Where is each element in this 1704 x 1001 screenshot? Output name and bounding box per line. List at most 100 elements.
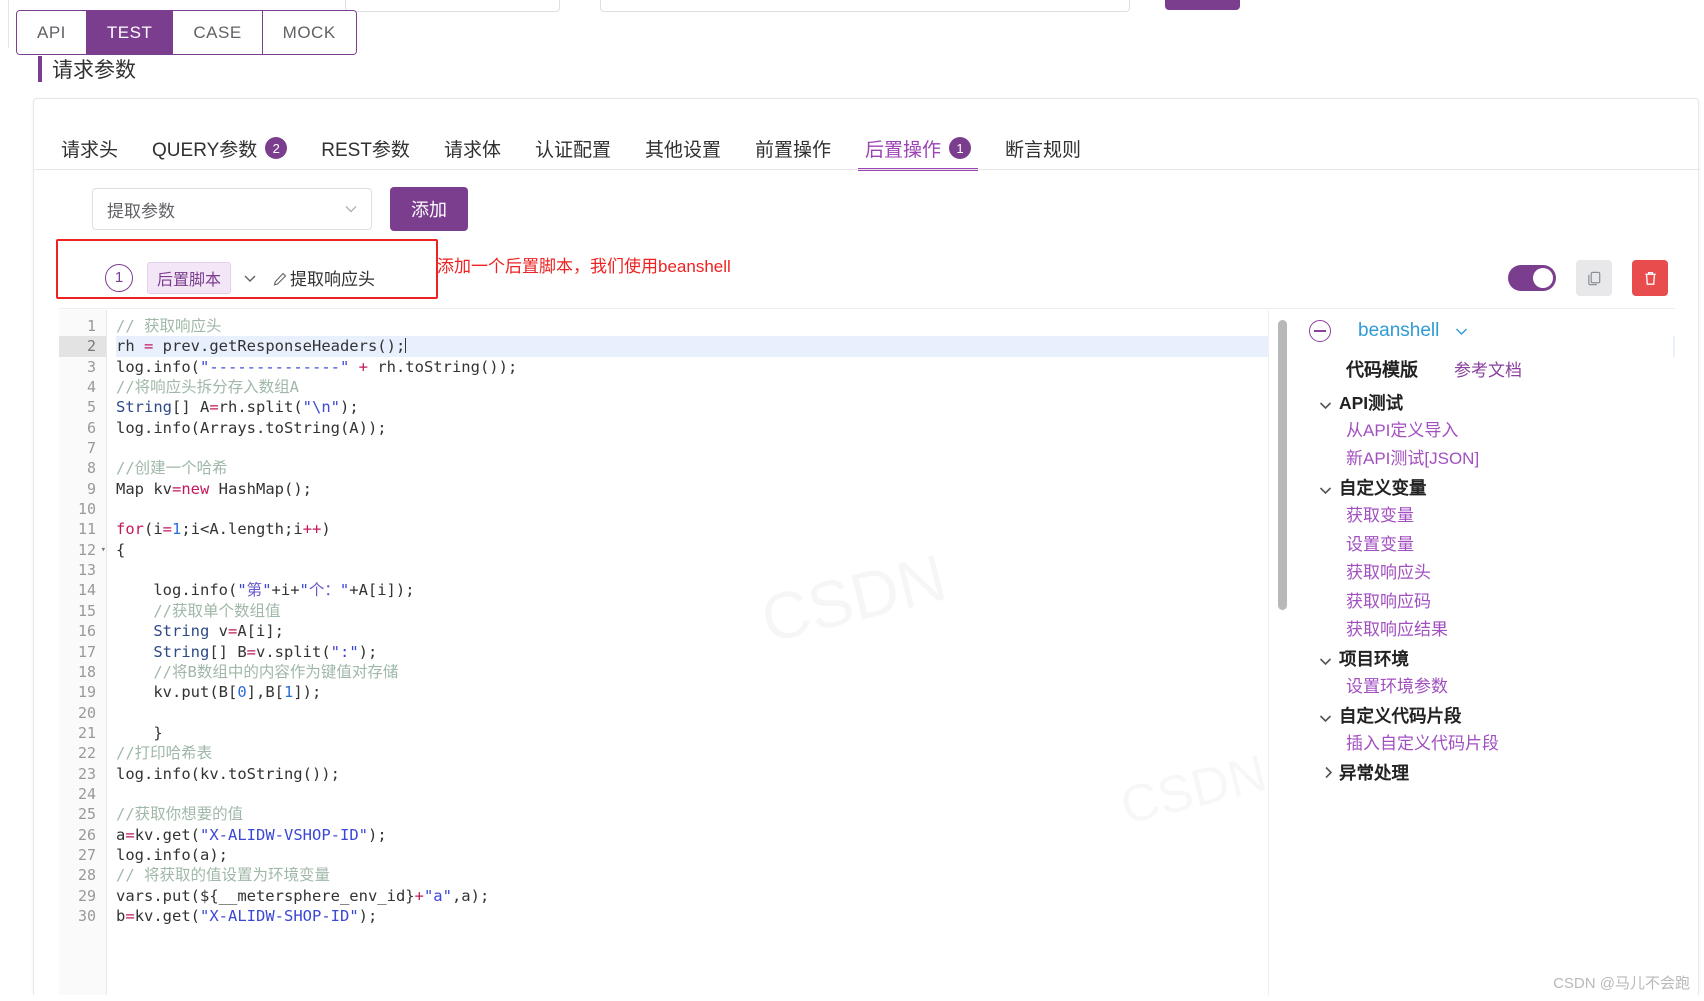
chevron-down-icon: [1319, 396, 1332, 409]
script-type-chip[interactable]: 后置脚本: [147, 261, 232, 294]
code-token: log.info(: [116, 581, 238, 600]
code-token: "\n": [302, 398, 340, 417]
script-enable-toggle[interactable]: [1508, 265, 1556, 291]
code-token: );: [358, 642, 378, 661]
code-token: new: [181, 479, 210, 498]
bottom-scroll-area[interactable]: [0, 995, 1704, 1001]
code-token: =: [144, 337, 154, 356]
chevron-down-icon[interactable]: [243, 271, 257, 285]
code-token: 1: [172, 520, 182, 539]
subtab-post-operation[interactable]: 后置操作 1: [848, 125, 988, 171]
code-token: // 将获取的值设置为环境变量: [116, 866, 330, 885]
line-number: 12 ▾: [77, 540, 106, 560]
code-token: "a": [423, 886, 452, 905]
tree-item-get-response-header[interactable]: 获取响应头: [1319, 559, 1673, 588]
top-partial-input-1[interactable]: [345, 0, 560, 12]
script-step-row[interactable]: 1 后置脚本 提取响应头: [59, 247, 1675, 309]
reference-doc-link[interactable]: 参考文档: [1454, 356, 1522, 381]
code-token: );: [358, 906, 378, 925]
line-number: 4: [86, 378, 96, 397]
collapse-icon[interactable]: [1309, 320, 1331, 342]
subtab-assertion-rules[interactable]: 断言规则: [988, 125, 1098, 171]
code-token: ],B[: [246, 683, 284, 702]
line-number: 6: [86, 418, 96, 437]
tree-group-project-env[interactable]: 项目环境: [1319, 645, 1673, 674]
text-caret: [405, 338, 407, 354]
template-header-row: 代码模版 参考文档: [1309, 356, 1673, 382]
tree-item-get-variable[interactable]: 获取变量: [1319, 502, 1673, 531]
code-token: for: [116, 520, 144, 539]
tab-case[interactable]: CASE: [173, 11, 263, 54]
subtab-rest-params[interactable]: REST参数: [304, 125, 427, 171]
code-token: ": [262, 581, 272, 600]
code-token: v: [209, 622, 228, 641]
delete-button[interactable]: [1632, 260, 1668, 296]
chevron-down-icon: [1319, 481, 1332, 495]
subtab-other-settings[interactable]: 其他设置: [628, 125, 738, 171]
subtab-request-body[interactable]: 请求体: [427, 125, 518, 171]
chevron-down-icon: [345, 203, 357, 215]
script-name[interactable]: 提取响应头: [273, 265, 375, 290]
subtab-request-headers[interactable]: 请求头: [44, 125, 135, 171]
code-token: //打印哈希表: [116, 744, 213, 763]
copy-button[interactable]: [1576, 260, 1612, 296]
subtab-pre-operation[interactable]: 前置操作: [738, 125, 848, 171]
code-token: b: [116, 906, 126, 925]
language-name[interactable]: beanshell: [1358, 320, 1439, 342]
tree-group-exception-handling[interactable]: 异常处理: [1319, 759, 1673, 788]
code-token: rh.toString());: [377, 357, 518, 376]
line-number: 19: [77, 683, 96, 702]
code-token: [] A: [172, 398, 210, 417]
add-button[interactable]: 添加: [390, 187, 468, 231]
fold-toggle-icon[interactable]: ▾: [101, 540, 106, 560]
subtab-label: REST参数: [321, 139, 410, 161]
subtab-query-params[interactable]: QUERY参数 2: [135, 125, 304, 171]
tree-item-set-variable[interactable]: 设置变量: [1319, 531, 1673, 560]
sub-tab-bar: 请求头 QUERY参数 2 REST参数 请求体 认证配置 其他设置 前置操作: [44, 121, 1098, 171]
line-number: 20: [77, 703, 96, 722]
subtab-label: QUERY参数: [152, 139, 258, 161]
badge-post-count: 1: [949, 137, 972, 159]
tree-item-set-env-params[interactable]: 设置环境参数: [1319, 673, 1673, 702]
line-number: 27: [77, 845, 96, 864]
tree-item-new-api-test-json[interactable]: 新API测试[JSON]: [1319, 445, 1673, 474]
code-token: HashMap();: [209, 479, 312, 498]
chevron-down-icon[interactable]: [1455, 325, 1468, 338]
subtab-auth-config[interactable]: 认证配置: [518, 125, 628, 171]
top-partial-button[interactable]: [1165, 0, 1240, 10]
code-token: +: [414, 886, 424, 905]
code-token: =: [125, 825, 135, 844]
panel-scrollbar-thumb[interactable]: [1278, 320, 1287, 610]
tab-test[interactable]: TEST: [86, 11, 174, 54]
tab-api[interactable]: API: [17, 11, 87, 54]
extract-param-select[interactable]: 提取参数: [92, 188, 372, 230]
subtab-label: 断言规则: [1005, 139, 1082, 161]
watermark: CSDN @马儿不会跑: [1553, 975, 1690, 992]
code-token: );: [340, 398, 359, 417]
tab-mock[interactable]: MOCK: [262, 11, 356, 54]
line-number: 13: [77, 561, 96, 580]
tree-item-import-from-api[interactable]: 从API定义导入: [1319, 417, 1673, 446]
line-number: 24: [77, 784, 96, 803]
tree-item-insert-custom-snippet[interactable]: 插入自定义代码片段: [1319, 730, 1673, 759]
code-token: a: [116, 825, 126, 844]
line-number: 3: [86, 357, 96, 376]
code-token: {: [116, 540, 126, 559]
code-token: kv.get(: [134, 825, 201, 844]
code-token: ;i<A.length;i: [181, 520, 303, 539]
template-tree: API测试 从API定义导入 新API测试[JSON] 自定义变量 获取变量 设…: [1309, 388, 1673, 787]
code-token: //获取你想要的值: [116, 805, 244, 824]
code-token: String: [153, 642, 210, 661]
tree-group-custom-snippet[interactable]: 自定义代码片段: [1319, 702, 1673, 731]
tree-item-get-response-result[interactable]: 获取响应结果: [1319, 616, 1673, 645]
tree-group-custom-variables[interactable]: 自定义变量: [1319, 474, 1673, 503]
top-partial-input-2[interactable]: [600, 0, 1130, 12]
line-number: 1: [86, 317, 96, 335]
tree-item-get-response-code[interactable]: 获取响应码: [1319, 588, 1673, 617]
code-token: );: [368, 825, 387, 844]
line-number: 16: [77, 622, 96, 641]
code-token: String: [153, 622, 210, 641]
tree-group-api-test[interactable]: API测试: [1319, 388, 1673, 417]
